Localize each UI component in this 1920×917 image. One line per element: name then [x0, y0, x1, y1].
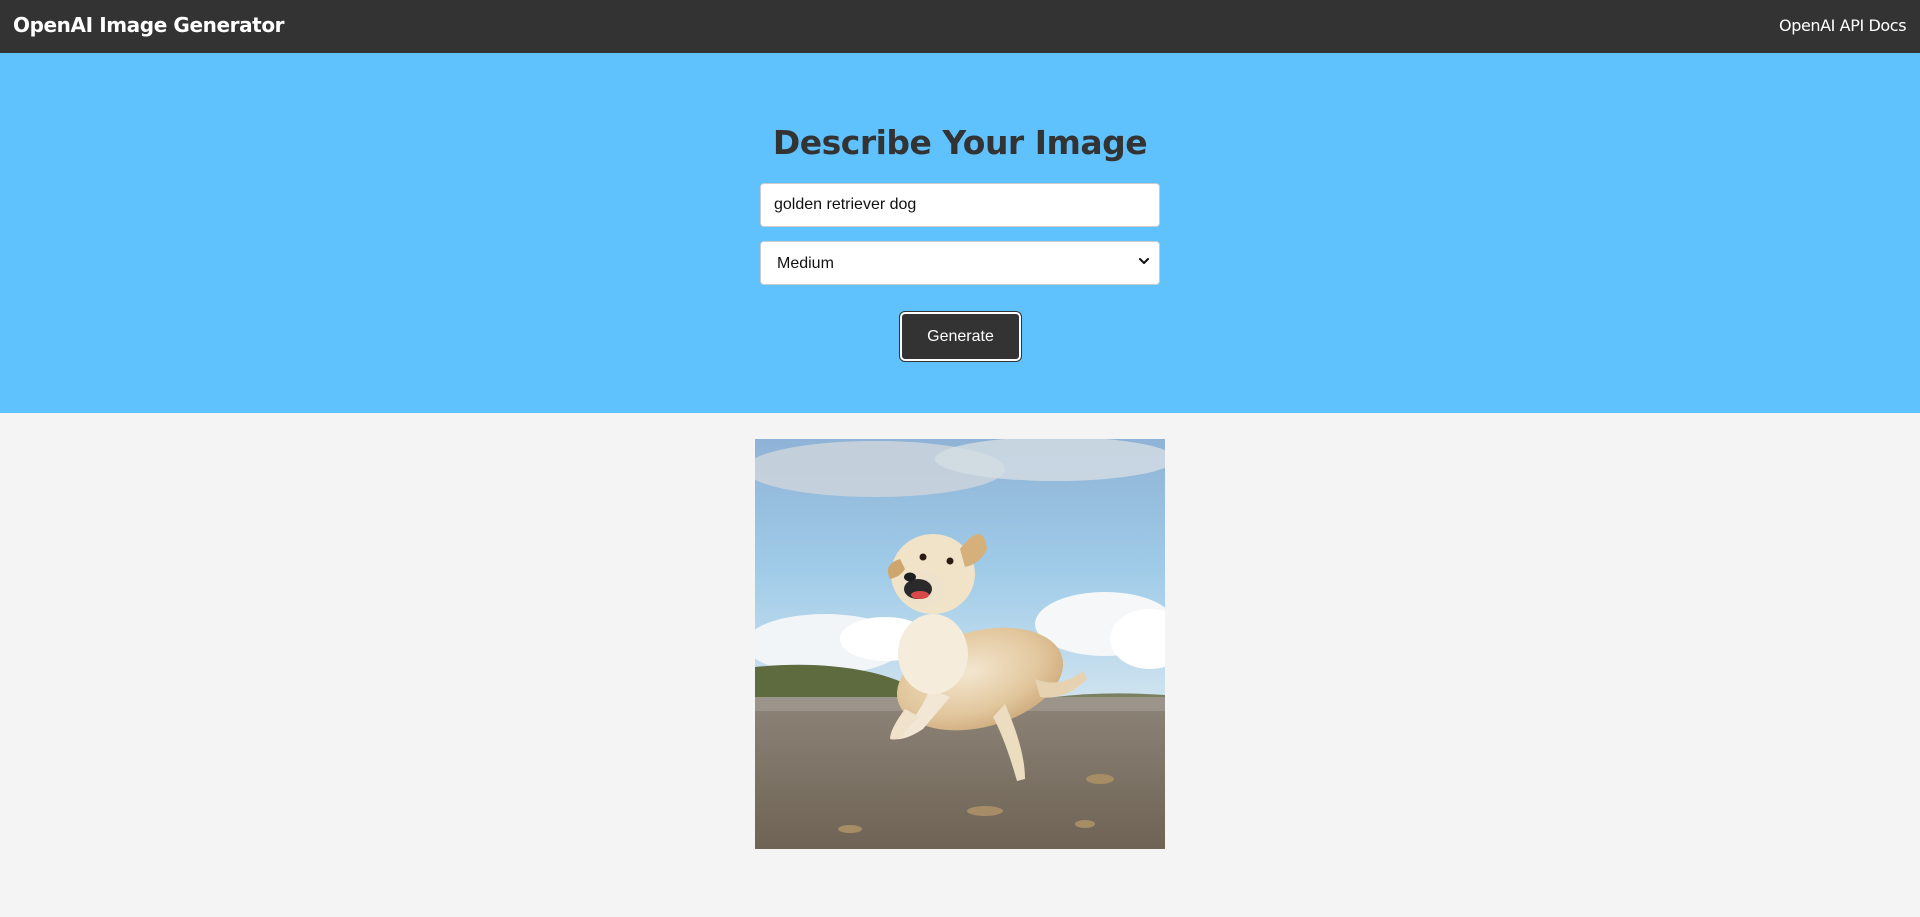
chevron-down-icon: [1139, 258, 1149, 264]
page-heading: Describe Your Image: [772, 123, 1148, 162]
generate-button[interactable]: Generate: [900, 312, 1021, 361]
generated-dog-image: [755, 439, 1165, 849]
brand-logo[interactable]: OpenAI Image Generator: [13, 13, 285, 37]
api-docs-link[interactable]: OpenAI API Docs: [1779, 16, 1920, 35]
generated-image: [755, 439, 1165, 849]
size-select-value: Medium: [777, 255, 834, 272]
prompt-form-section: Describe Your Image Medium Generate: [0, 53, 1920, 413]
prompt-input[interactable]: [760, 183, 1160, 227]
navbar: OpenAI Image Generator OpenAI API Docs: [0, 0, 1920, 53]
size-select[interactable]: Medium: [760, 241, 1160, 285]
